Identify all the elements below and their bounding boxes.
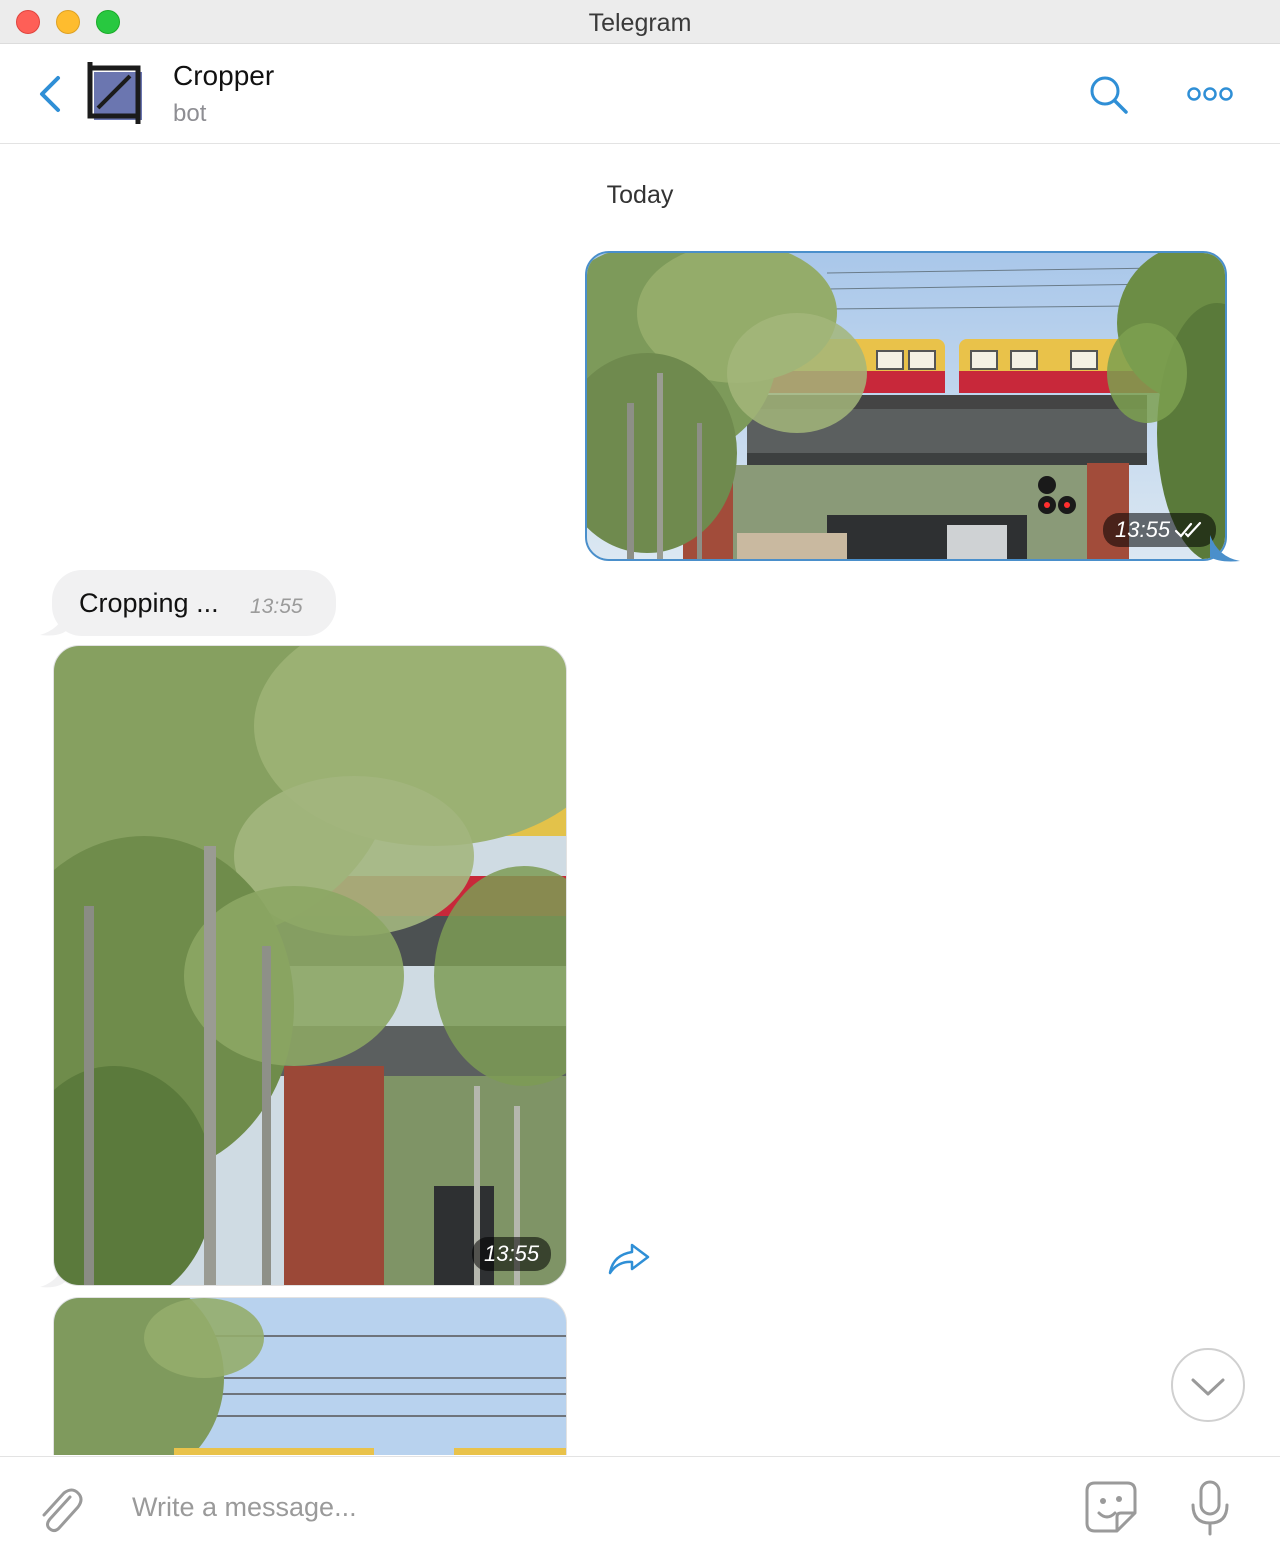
chevron-left-icon (40, 76, 60, 112)
incoming-photo-message[interactable] (53, 1297, 567, 1455)
back-button[interactable] (32, 72, 72, 116)
voice-message-button[interactable] (1188, 1479, 1232, 1537)
attach-button[interactable] (36, 1483, 84, 1535)
microphone-icon (1191, 1480, 1229, 1536)
chevron-down-icon (1191, 1378, 1225, 1396)
forward-icon (608, 1243, 650, 1275)
photo-cropped-sky (54, 1298, 566, 1455)
photo-time-text: 13:55 (1115, 517, 1171, 542)
window-title: Telegram (588, 9, 692, 37)
search-icon (1090, 76, 1128, 114)
double-check-icon (1174, 521, 1202, 538)
photo-cropped-trees (54, 646, 566, 1285)
more-button[interactable] (1184, 80, 1236, 108)
paperclip-icon (42, 1488, 83, 1533)
message-time: 13:55 (250, 595, 303, 618)
window-titlebar: Telegram (0, 0, 1280, 44)
chat-title[interactable]: Cropper (173, 60, 274, 92)
message-composer (0, 1456, 1280, 1556)
search-button[interactable] (1086, 72, 1130, 116)
incoming-photo-message[interactable]: 13:55 (53, 645, 567, 1286)
incoming-text-message[interactable]: Cropping ... 13:55 (52, 570, 336, 636)
outgoing-photo-message[interactable]: 13:55 (585, 251, 1227, 561)
avatar[interactable] (84, 62, 148, 126)
chat-status: bot (173, 100, 207, 127)
forward-button[interactable] (604, 1237, 654, 1281)
more-icon (1187, 87, 1233, 101)
scroll-to-bottom-button[interactable] (1171, 1348, 1245, 1422)
chat-header: Cropper bot (0, 44, 1280, 144)
photo-timestamp: 13:55 (1103, 513, 1217, 547)
message-text: Cropping ... (79, 588, 219, 618)
outgoing-bubble-tail (1210, 535, 1240, 562)
message-list[interactable]: Today 13:55 Cropping ... 13:55 13:55 (0, 145, 1280, 1455)
photo-time-text: 13:55 (484, 1241, 540, 1266)
photo-timestamp: 13:55 (472, 1237, 552, 1271)
sticker-icon (1085, 1481, 1137, 1533)
date-separator: Today (606, 181, 674, 209)
crop-icon (87, 62, 142, 124)
message-input[interactable] (132, 1485, 1032, 1529)
sticker-button[interactable] (1083, 1479, 1139, 1535)
